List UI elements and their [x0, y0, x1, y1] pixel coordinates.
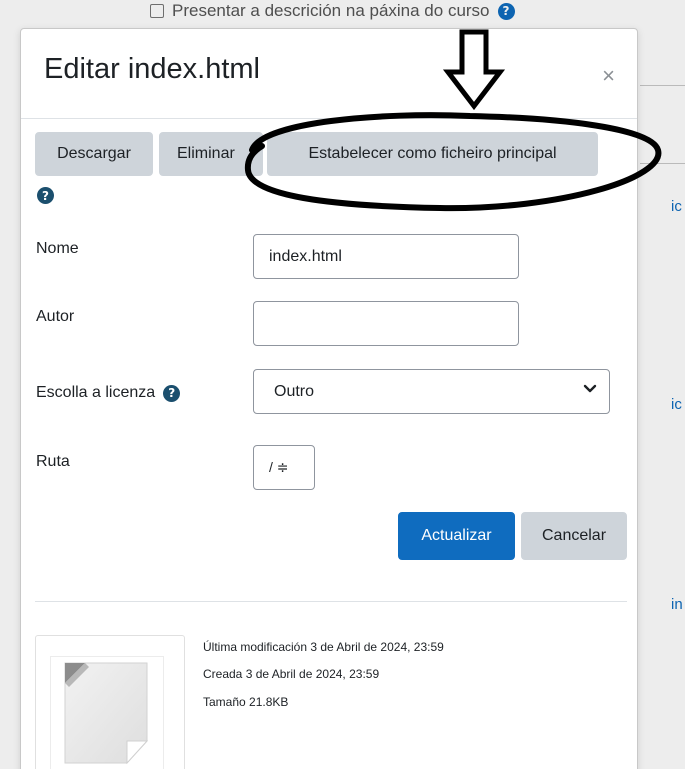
- section-divider: [35, 601, 627, 602]
- name-label: Nome: [36, 240, 79, 258]
- path-label: Ruta: [36, 453, 70, 471]
- license-label: Escolla a licenza ?: [36, 384, 181, 402]
- license-select[interactable]: Outro: [253, 369, 610, 414]
- name-input[interactable]: index.html: [253, 234, 519, 279]
- last-modified-info: Última modificación 3 de Abril de 2024, …: [203, 640, 444, 654]
- license-select-value: Outro: [274, 382, 315, 400]
- file-icon: [64, 662, 149, 765]
- dialog-header: Editar index.html ×: [21, 29, 637, 119]
- size-info: Tamaño 21.8KB: [203, 695, 289, 709]
- download-button[interactable]: Descargar: [35, 132, 153, 176]
- cancel-button[interactable]: Cancelar: [521, 512, 627, 560]
- set-main-file-button[interactable]: Estabelecer como ficheiro principal: [267, 132, 598, 176]
- edit-file-dialog: Editar index.html × Descargar Eliminar E…: [20, 28, 638, 769]
- name-input-value: index.html: [269, 247, 342, 265]
- author-input[interactable]: [253, 301, 519, 346]
- author-label-text: Autor: [36, 308, 75, 325]
- path-select-value: / ≑: [269, 459, 289, 475]
- license-label-text: Escolla a licenza: [36, 384, 156, 401]
- path-label-text: Ruta: [36, 453, 70, 470]
- delete-button[interactable]: Eliminar: [159, 132, 263, 176]
- close-icon[interactable]: ×: [602, 63, 615, 89]
- help-icon[interactable]: ?: [163, 384, 181, 402]
- author-label: Autor: [36, 308, 74, 326]
- path-select[interactable]: / ≑: [253, 445, 315, 490]
- chevron-down-icon: [583, 384, 597, 393]
- dialog-title: Editar index.html: [44, 53, 260, 85]
- update-button[interactable]: Actualizar: [398, 512, 515, 560]
- created-info: Creada 3 de Abril de 2024, 23:59: [203, 667, 380, 681]
- name-label-text: Nome: [36, 240, 79, 257]
- file-thumbnail: [35, 635, 185, 769]
- help-icon[interactable]: ?: [37, 187, 54, 204]
- file-thumbnail-frame: [50, 656, 164, 769]
